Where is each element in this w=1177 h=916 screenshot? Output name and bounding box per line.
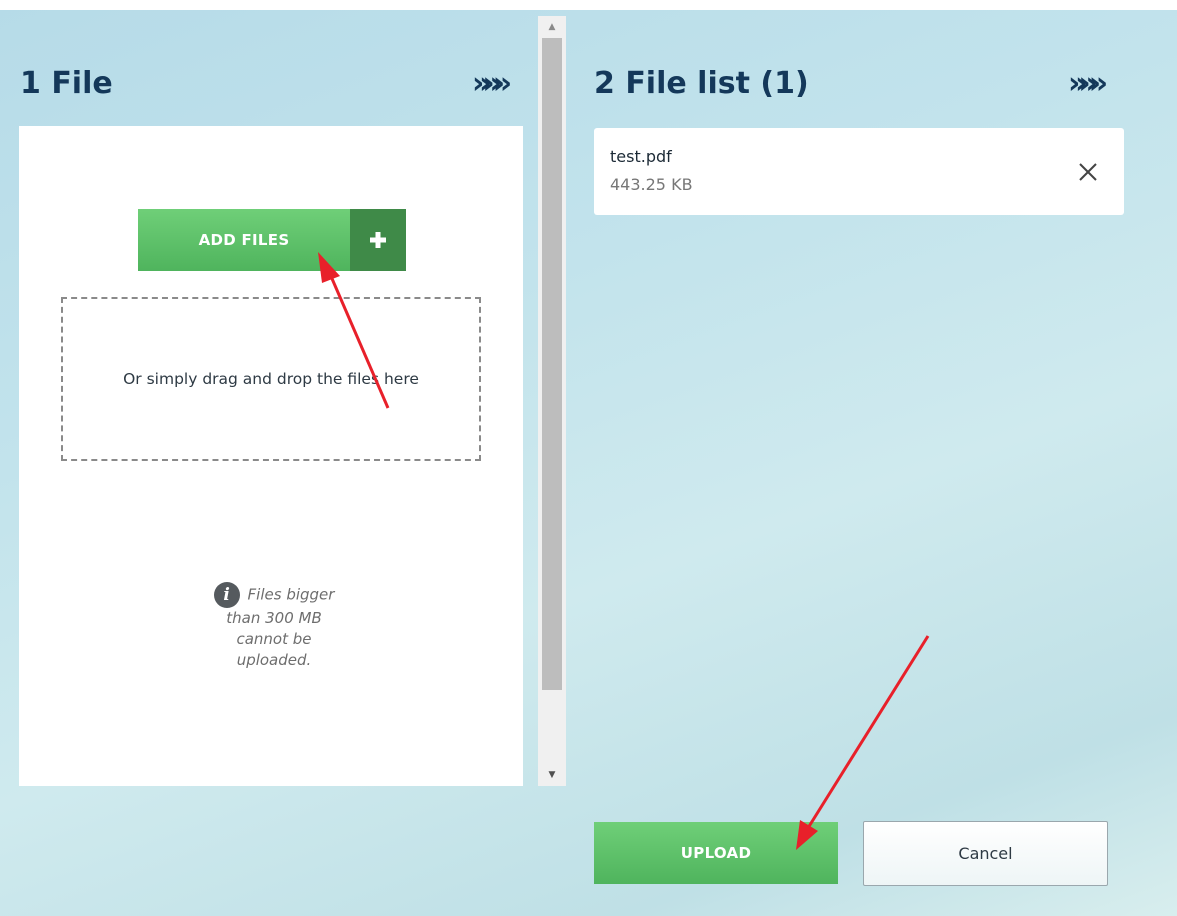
info-line-4: uploaded.	[236, 651, 312, 669]
arrow-to-upload	[796, 635, 930, 850]
add-files-label: ADD FILES	[138, 209, 350, 271]
scroll-up-arrow-icon[interactable]: ▲	[538, 16, 566, 38]
chevrons-icon: »»»	[472, 66, 512, 101]
vertical-scrollbar[interactable]: ▲ ▼	[538, 16, 566, 786]
file-select-card: ADD FILES Or simply drag and drop the fi…	[19, 126, 523, 786]
chevrons-icon: »»»	[1068, 66, 1108, 101]
info-icon: i	[213, 582, 240, 608]
file-size-notice: i Files bigger than 300 MB cannot be uplo…	[169, 582, 379, 671]
scroll-thumb[interactable]	[542, 38, 562, 690]
file-list-item: test.pdf 443.25 KB	[594, 128, 1124, 215]
top-strip	[0, 0, 1177, 10]
dropzone-text: Or simply drag and drop the files here	[123, 370, 419, 388]
file-list-title: 2 File list (1)	[594, 66, 809, 101]
cancel-button[interactable]: Cancel	[863, 821, 1108, 886]
file-panel-title: 1 File	[20, 66, 113, 101]
upload-button[interactable]: UPLOAD	[594, 822, 838, 884]
dropzone[interactable]: Or simply drag and drop the files here	[61, 297, 481, 461]
remove-file-close-icon[interactable]	[1076, 160, 1100, 184]
scroll-down-arrow-icon[interactable]: ▼	[538, 764, 566, 786]
file-size: 443.25 KB	[610, 175, 693, 194]
info-line-1: Files bigger	[247, 585, 335, 604]
plus-icon	[350, 209, 406, 271]
info-line-3: cannot be	[236, 630, 312, 648]
file-name: test.pdf	[610, 147, 672, 166]
add-files-button[interactable]: ADD FILES	[138, 209, 406, 271]
info-line-2: than 300 MB	[226, 609, 322, 627]
